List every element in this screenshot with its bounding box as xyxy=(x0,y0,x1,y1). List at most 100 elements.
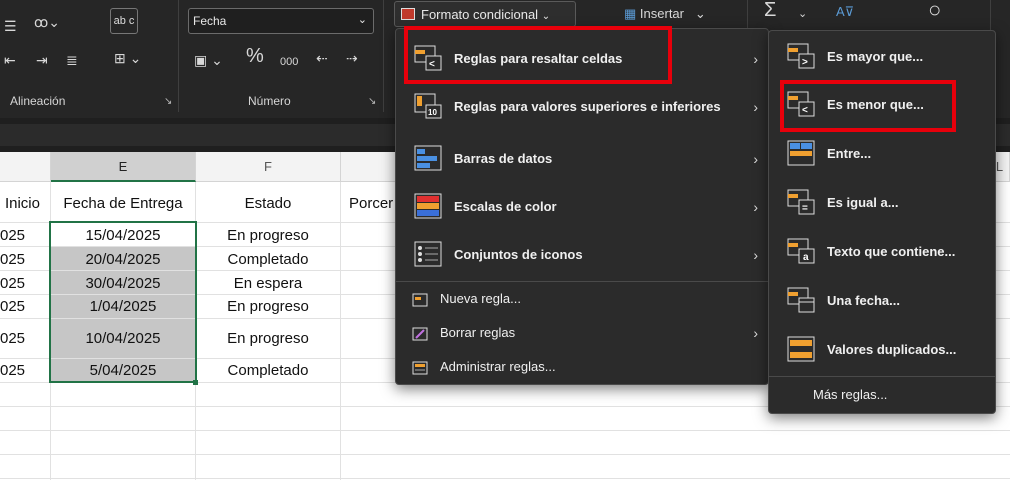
find-search-icon[interactable]: ○ xyxy=(928,0,941,21)
submenu-item-less-than[interactable]: < Es menor que... xyxy=(769,83,995,127)
row-line xyxy=(0,478,1010,479)
submenu-item-equal-to[interactable]: = Es igual a... xyxy=(769,181,995,225)
menu-item-label: Escalas de color xyxy=(454,199,557,214)
header-delivery[interactable]: Fecha de Entrega xyxy=(51,195,195,212)
header-status[interactable]: Estado xyxy=(196,195,340,212)
cell-start[interactable]: 025 xyxy=(0,275,25,292)
cell-status[interactable]: Completado xyxy=(196,251,340,268)
cell-status[interactable]: En progreso xyxy=(196,227,340,244)
top-bottom-icon: 10 xyxy=(414,93,442,119)
svg-text:=: = xyxy=(802,203,808,214)
conditional-format-label: Formato condicional xyxy=(421,7,539,22)
conditional-format-button[interactable]: Formato condicional ⌄ xyxy=(394,1,576,27)
number-launcher-icon[interactable]: ↘ xyxy=(368,96,376,107)
insert-button[interactable]: ▦ Insertar ⌄ xyxy=(624,6,706,22)
conditional-format-icon xyxy=(401,8,415,20)
menu-item-new-rule[interactable]: Nueva regla... xyxy=(396,282,768,316)
thousands-button[interactable]: 000 xyxy=(280,54,298,70)
menu-item-label: Borrar reglas xyxy=(440,325,516,340)
color-scales-icon xyxy=(414,193,442,219)
chevron-down-icon: ⌄ xyxy=(357,14,367,26)
divider xyxy=(178,0,179,112)
cell-delivery[interactable]: 20/04/2025 xyxy=(51,251,195,268)
submenu-item-more-rules[interactable]: Más reglas... xyxy=(769,378,995,412)
cell-delivery[interactable]: 30/04/2025 xyxy=(51,275,195,292)
menu-item-data-bars[interactable]: Barras de datos › xyxy=(396,137,768,181)
cell-start[interactable]: 025 xyxy=(0,251,25,268)
cell-delivery[interactable]: 10/04/2025 xyxy=(51,330,195,347)
chevron-right-icon: › xyxy=(753,247,758,263)
chevron-down-icon[interactable]: ⌄ xyxy=(798,6,807,22)
cell-status[interactable]: En espera xyxy=(196,275,340,292)
row-line xyxy=(0,430,1010,431)
column-header-g[interactable] xyxy=(341,152,401,182)
cell-delivery[interactable]: 1/04/2025 xyxy=(51,298,195,315)
cell-status[interactable]: En progreso xyxy=(196,330,340,347)
menu-item-label: Nueva regla... xyxy=(440,291,521,306)
sum-button[interactable]: Σ xyxy=(764,0,776,20)
conditional-format-menu: < Reglas para resaltar celdas › 10 Regla… xyxy=(395,28,769,385)
icon-sets-icon xyxy=(414,241,442,267)
chevron-right-icon: › xyxy=(753,151,758,167)
highlight-rules-submenu: > Es mayor que... < Es menor que... Entr… xyxy=(768,30,996,414)
new-rule-icon xyxy=(412,293,428,307)
svg-text:<: < xyxy=(429,59,435,70)
column-header-f[interactable]: F xyxy=(196,152,341,182)
decrease-decimal-icon[interactable]: ⇢ xyxy=(346,50,358,66)
text-contains-icon: a xyxy=(787,238,815,264)
number-format-select[interactable]: Fecha ⌄ xyxy=(188,8,374,34)
cell-start[interactable]: 025 xyxy=(0,362,25,379)
svg-text:a: a xyxy=(803,252,809,263)
cell-start[interactable]: 025 xyxy=(0,227,25,244)
align-menu-icon[interactable]: ☰ xyxy=(4,18,17,34)
menu-item-icon-sets[interactable]: Conjuntos de iconos › xyxy=(396,233,768,277)
chevron-right-icon: › xyxy=(753,199,758,215)
submenu-item-greater-than[interactable]: > Es mayor que... xyxy=(769,35,995,79)
submenu-item-label: Es mayor que... xyxy=(827,49,924,64)
clear-rules-icon xyxy=(412,327,428,341)
menu-item-label: Reglas para valores superiores e inferio… xyxy=(454,99,721,114)
insert-label: Insertar xyxy=(639,6,684,21)
svg-text:10: 10 xyxy=(428,108,437,117)
submenu-item-date[interactable]: Una fecha... xyxy=(769,279,995,323)
divider xyxy=(383,0,384,112)
cell-start[interactable]: 025 xyxy=(0,298,25,315)
menu-item-highlight-rules[interactable]: < Reglas para resaltar celdas › xyxy=(396,37,768,81)
orientation-icon[interactable]: ꝏ⌄ xyxy=(34,14,60,30)
cell-delivery[interactable]: 5/04/2025 xyxy=(51,362,195,379)
increase-indent-icon[interactable]: ⇥ xyxy=(36,52,48,68)
greater-than-icon: > xyxy=(787,43,815,69)
chevron-right-icon: › xyxy=(753,325,758,341)
data-bars-icon xyxy=(414,145,442,171)
wrap-text-icon[interactable]: ab c xyxy=(110,8,138,34)
column-header-e[interactable]: E xyxy=(51,152,196,182)
sort-filter-icon[interactable]: A⊽ xyxy=(836,4,854,20)
decrease-indent-icon[interactable]: ⇤ xyxy=(4,52,16,68)
column-header-d[interactable] xyxy=(0,152,51,182)
menu-item-manage-rules[interactable]: Administrar reglas... xyxy=(396,350,768,384)
merge-center-icon[interactable]: ⊞ ⌄ xyxy=(114,50,141,66)
number-group-label: Número xyxy=(248,94,291,108)
date-occurring-icon xyxy=(787,287,815,313)
header-percent[interactable]: Porcer xyxy=(349,195,395,212)
less-than-icon: < xyxy=(787,91,815,117)
menu-item-top-bottom-rules[interactable]: 10 Reglas para valores superiores e infe… xyxy=(396,85,768,129)
cell-status[interactable]: En progreso xyxy=(196,298,340,315)
menu-item-label: Reglas para resaltar celdas xyxy=(454,51,623,66)
insert-icon: ▦ xyxy=(624,6,637,21)
alignment-launcher-icon[interactable]: ↘ xyxy=(164,96,172,107)
menu-item-clear-rules[interactable]: Borrar reglas › xyxy=(396,316,768,350)
header-start[interactable]: Inicio xyxy=(0,195,40,212)
increase-decimal-icon[interactable]: ⇠ xyxy=(316,50,328,66)
cell-status[interactable]: Completado xyxy=(196,362,340,379)
currency-icon[interactable]: ▣ ⌄ xyxy=(194,52,223,68)
menu-item-color-scales[interactable]: Escalas de color › xyxy=(396,185,768,229)
submenu-item-duplicates[interactable]: Valores duplicados... xyxy=(769,328,995,372)
fill-handle[interactable] xyxy=(193,380,198,385)
submenu-item-between[interactable]: Entre... xyxy=(769,132,995,176)
merge-icon[interactable]: ≣ xyxy=(66,52,78,68)
submenu-item-text-contains[interactable]: a Texto que contiene... xyxy=(769,230,995,274)
cell-start[interactable]: 025 xyxy=(0,330,25,347)
percent-button[interactable]: % xyxy=(246,46,264,66)
cell-delivery[interactable]: 15/04/2025 xyxy=(51,227,195,244)
